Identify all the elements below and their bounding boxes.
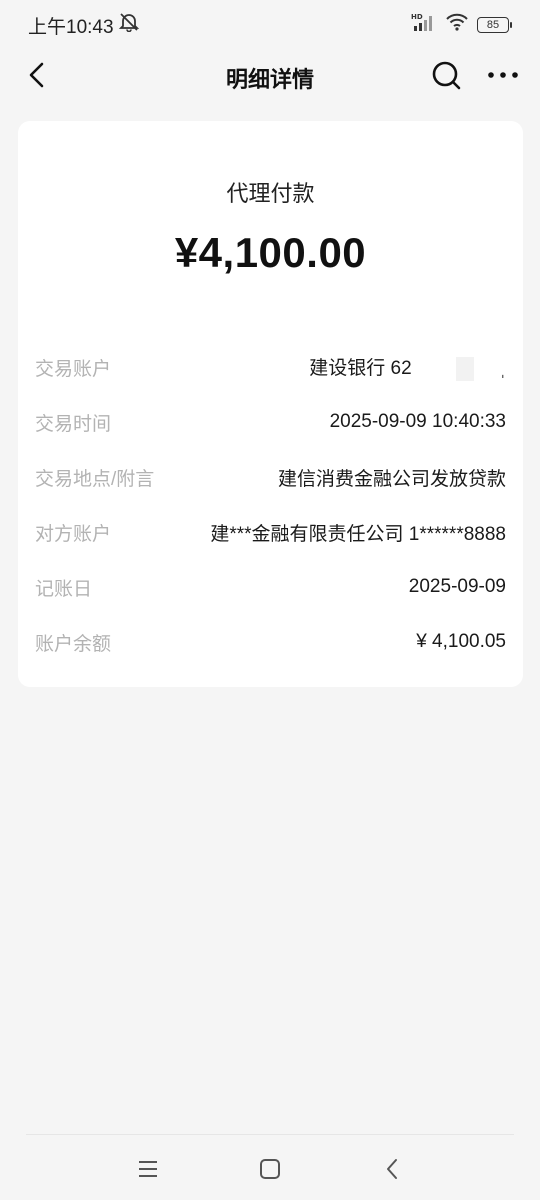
detail-value: 建设银行 62 ˌ	[309, 353, 506, 381]
detail-label: 账户余额	[35, 633, 112, 655]
detail-value: 2025-09-09 10:40:33	[329, 411, 506, 432]
detail-label: 交易账户	[35, 358, 112, 380]
status-time: 上午10:43	[28, 16, 114, 38]
menu-icon[interactable]	[134, 1155, 162, 1183]
detail-label: 对方账户	[35, 523, 112, 545]
signal-icon: HD	[411, 12, 437, 38]
search-icon[interactable]	[430, 59, 462, 91]
system-nav-bar	[0, 1135, 540, 1200]
detail-row-time: 交易时间 2025-09-09 10:40:33	[35, 407, 506, 437]
detail-row-balance: 账户余额 ¥ 4,100.05	[35, 627, 506, 657]
transaction-type: 代理付款	[226, 181, 315, 206]
detail-value: 建***金融有限责任公司 1******8888	[210, 523, 506, 545]
detail-label: 交易地点/附言	[35, 468, 155, 490]
home-icon[interactable]	[256, 1155, 284, 1183]
detail-label: 交易时间	[35, 413, 112, 435]
detail-value: ¥ 4,100.05	[416, 631, 506, 652]
detail-row-booking-date: 记账日 2025-09-09	[35, 572, 506, 602]
transaction-amount: ¥4,100.00	[174, 229, 367, 276]
status-left: 上午10:43	[28, 12, 140, 39]
transaction-card: 代理付款 ¥4,100.00 交易账户 建设银行 62 ˌ 交易时间 2025-0…	[18, 121, 523, 687]
battery-tip	[510, 22, 512, 28]
mute-icon	[118, 12, 140, 38]
status-bar: 上午10:43 HD 85	[0, 0, 540, 50]
masked-block	[455, 356, 474, 381]
detail-value: 建信消费金融公司发放贷款	[277, 468, 506, 490]
wifi-icon	[445, 12, 469, 38]
account-bank: 建设银行 62	[309, 358, 412, 379]
back-nav-icon[interactable]	[378, 1155, 406, 1183]
detail-value: 2025-09-09	[408, 576, 506, 597]
detail-row-account: 交易账户 建设银行 62 ˌ	[35, 352, 506, 382]
svg-text:HD: HD	[411, 13, 423, 21]
more-icon[interactable]	[486, 59, 520, 91]
status-right: HD 85	[411, 12, 512, 38]
detail-label: 记账日	[35, 578, 93, 600]
battery-level: 85	[477, 17, 509, 33]
nav-bar: 明细详情	[0, 50, 540, 100]
detail-row-counterparty: 对方账户 建***金融有限责任公司 1******8888	[35, 517, 506, 547]
detail-row-location: 交易地点/附言 建信消费金融公司发放贷款	[35, 462, 506, 492]
masked-mark: ˌ	[499, 358, 506, 379]
battery-icon: 85	[477, 17, 512, 33]
